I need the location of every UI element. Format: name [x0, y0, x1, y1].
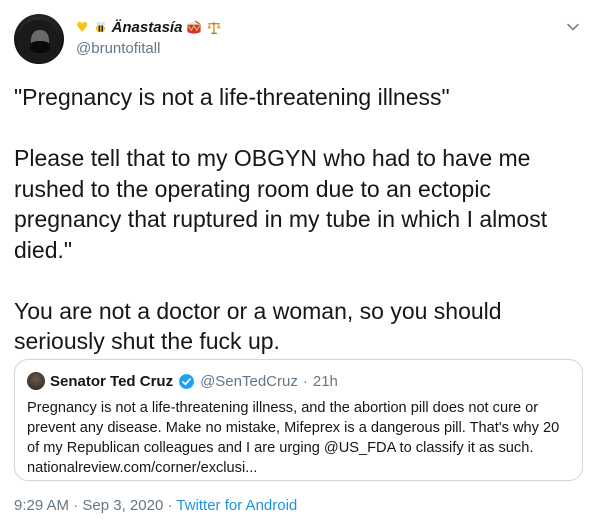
quoted-time: 21h	[312, 372, 338, 390]
yellow-heart-icon: ♥	[76, 19, 89, 36]
meta-separator: ·	[167, 497, 173, 514]
quoted-separator: ·	[302, 372, 308, 390]
author-handle[interactable]: @bruntofitall	[76, 40, 160, 57]
quoted-tweet-text: Pregnancy is not a life-threatening illn…	[27, 400, 560, 476]
tweet-text: "Pregnancy is not a life-threatening ill…	[14, 84, 548, 354]
tweet-source-link[interactable]: Twitter for Android	[176, 497, 297, 514]
verified-badge-icon	[179, 373, 195, 389]
quoted-tweet-header: Senator Ted Cruz @SenTedCruz · 21h	[27, 372, 338, 390]
meta-separator: ·	[73, 497, 79, 514]
chevron-down-icon[interactable]	[566, 20, 580, 34]
bee-icon	[95, 21, 105, 33]
tweet-time[interactable]: 9:29 AM	[14, 497, 69, 514]
quoted-author-handle: @SenTedCruz	[200, 372, 298, 390]
drum-icon	[187, 20, 201, 34]
scales-icon	[207, 21, 221, 35]
tweet-date[interactable]: Sep 3, 2020	[82, 497, 163, 514]
display-name[interactable]: Änastasía	[112, 19, 183, 36]
quoted-author-name: Senator Ted Cruz	[50, 372, 174, 390]
author-name-row[interactable]: ♥ Änastasía	[76, 19, 222, 36]
author-avatar[interactable]	[14, 14, 64, 64]
tweet: ♥ Änastasía @bruntofitall "Pregnancy is …	[0, 0, 596, 531]
tweet-meta: 9:29 AM · Sep 3, 2020 · Twitter for Andr…	[14, 497, 297, 514]
avatar-mask	[30, 41, 50, 53]
quoted-tweet[interactable]: Senator Ted Cruz @SenTedCruz · 21h Pregn…	[14, 359, 583, 481]
quoted-author-avatar	[27, 372, 45, 390]
